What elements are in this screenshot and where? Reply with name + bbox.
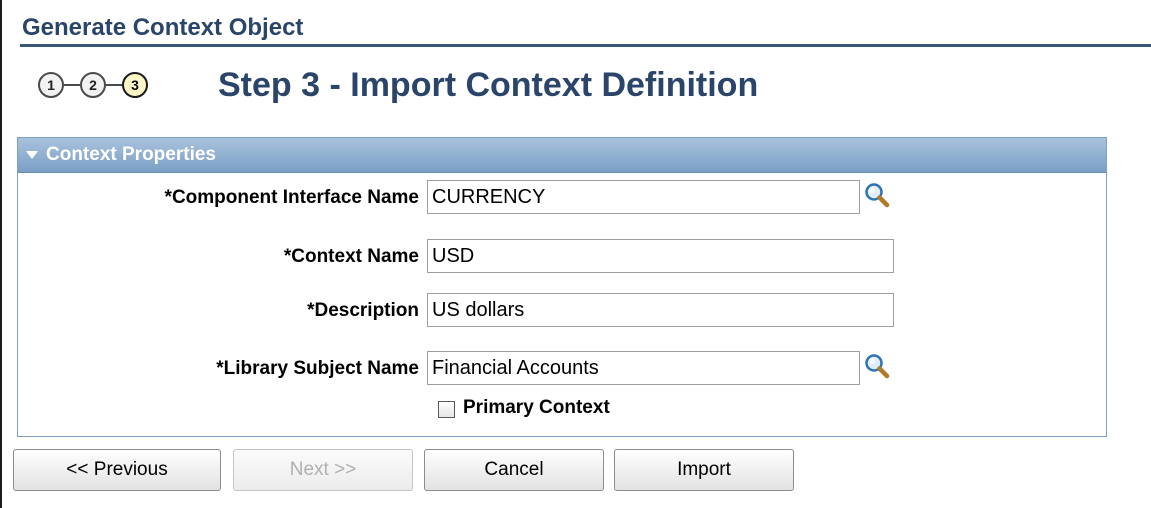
step-2-circle[interactable]: 2 [80,72,106,98]
next-button: Next >> [233,449,413,491]
cancel-button[interactable]: Cancel [424,449,604,491]
component-interface-input[interactable]: CURRENCY [427,180,860,214]
import-button[interactable]: Import [614,449,794,491]
step-1-circle[interactable]: 1 [38,72,64,98]
context-properties-section: Context Properties *Component Interface … [17,137,1107,437]
page-title: Generate Context Object [22,14,304,41]
triangle-down-icon[interactable] [26,150,38,159]
section-title: Context Properties [46,144,216,165]
primary-context-checkbox[interactable] [438,401,455,418]
context-name-label: *Context Name [283,246,419,267]
step-3-circle: 3 [122,72,148,98]
library-subject-label: *Library Subject Name [216,358,419,379]
magnifier-icon[interactable] [864,182,890,208]
step-connector [106,84,122,86]
step-indicator: 1 2 3 [38,72,208,104]
left-border [0,0,2,508]
step-connector [64,84,80,86]
context-name-input[interactable]: USD [427,239,894,273]
library-subject-input[interactable]: Financial Accounts [427,351,860,385]
magnifier-icon[interactable] [864,353,890,379]
title-divider [20,44,1151,47]
primary-context-label[interactable]: Primary Context [463,397,610,419]
section-header[interactable]: Context Properties [18,138,1106,173]
description-input[interactable]: US dollars [427,293,894,327]
component-interface-label: *Component Interface Name [164,187,419,208]
step-title: Step 3 - Import Context Definition [218,66,759,104]
previous-button[interactable]: << Previous [13,449,221,491]
description-label: *Description [307,300,419,321]
